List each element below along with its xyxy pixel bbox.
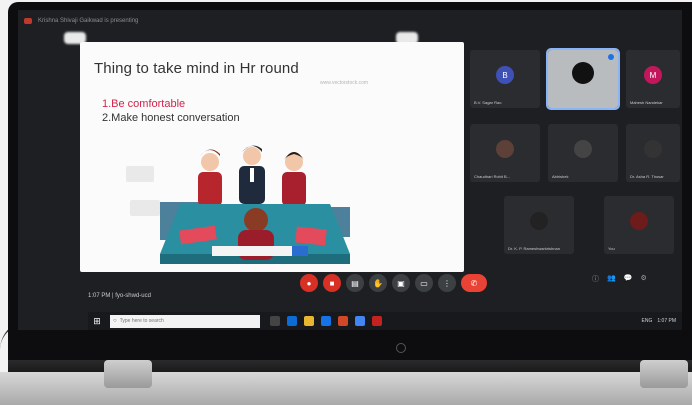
participant-tile[interactable]: Dr. K. P. Rameshwarkrishnan [504, 196, 574, 254]
participant-name: Dr. K. P. Rameshwarkrishnan [508, 246, 560, 251]
more-options-icon[interactable]: ⋮ [438, 274, 456, 292]
language-indicator[interactable]: ENG [642, 318, 653, 324]
participant-name: Abhishek [552, 174, 569, 179]
participant-name: You [608, 246, 615, 251]
presenting-indicator-icon [24, 18, 32, 24]
hinge-cap [640, 360, 688, 388]
present-icon[interactable]: ▣ [392, 274, 410, 292]
presented-slide: Thing to take mind in Hr round www.vecto… [80, 42, 464, 272]
participant-avatar [630, 212, 648, 230]
participant-avatar [572, 62, 594, 84]
info-icon[interactable]: ⓘ [592, 274, 599, 284]
task-view-icon[interactable] [270, 316, 280, 326]
presenter-notice: Krishna Shivaji Gaikwad is presenting [38, 18, 139, 24]
chat-icon[interactable]: 💬 [624, 274, 633, 284]
participant-tile[interactable]: Chaudhari Rohit B... [470, 124, 540, 182]
present-now-icon[interactable]: ▭ [415, 274, 433, 292]
side-panel-controls: ⓘ 👥 💬 ⚙ [592, 274, 647, 284]
participant-tile[interactable]: Abhishek [548, 124, 618, 182]
slide-title: Thing to take mind in Hr round [94, 60, 299, 77]
taskbar-search[interactable]: ○ [110, 314, 260, 328]
hinge-cap [104, 360, 152, 388]
slide-point-1: 1.Be comfortable [102, 98, 186, 110]
taskbar-search-input[interactable] [119, 316, 240, 326]
participant-tile[interactable]: Dr. Asha R. Thosar [626, 124, 680, 182]
participant-tile[interactable]: M Mahesh Nandekar [626, 50, 680, 108]
participant-avatar [644, 140, 662, 158]
edge-icon[interactable] [287, 316, 297, 326]
presenter-bar: Krishna Shivaji Gaikwad is presenting [24, 14, 138, 28]
store-icon[interactable] [321, 316, 331, 326]
taskbar-apps [270, 316, 382, 326]
interview-illustration [160, 145, 350, 264]
participant-name: B.V. Sagar Rao [474, 100, 502, 105]
participant-name: Chaudhari Rohit B... [474, 174, 511, 179]
chrome-icon[interactable] [355, 316, 365, 326]
file-explorer-icon[interactable] [304, 316, 314, 326]
activities-icon[interactable]: ⚙ [640, 274, 646, 284]
windows-start-icon[interactable]: ⊞ [90, 314, 104, 328]
captions-icon[interactable]: ▤ [346, 274, 364, 292]
raise-hand-icon[interactable]: ✋ [369, 274, 387, 292]
system-tray: ENG 1:07 PM [642, 318, 676, 324]
search-icon: ○ [113, 318, 117, 324]
laptop-photo: Krishna Shivaji Gaikwad is presenting Th… [0, 0, 692, 405]
office-icon[interactable] [338, 316, 348, 326]
meeting-screen: Krishna Shivaji Gaikwad is presenting Th… [18, 10, 682, 330]
slide-watermark: www.vectorstock.com [320, 80, 369, 86]
participant-avatar: B [496, 66, 514, 84]
participant-tile-self[interactable]: You [604, 196, 674, 254]
participant-tile-active[interactable] [546, 48, 620, 110]
mic-off-icon[interactable]: ● [300, 274, 318, 292]
meeting-info: 1:07 PM | fyo-shwd-ucd [88, 293, 151, 299]
power-led-icon [396, 343, 406, 353]
app-icon[interactable] [372, 316, 382, 326]
participant-avatar [530, 212, 548, 230]
windows-taskbar: ⊞ ○ ENG 1:07 PM [88, 312, 682, 330]
participant-name: Dr. Asha R. Thosar [630, 174, 664, 179]
participant-name: Mahesh Nandekar [630, 100, 663, 105]
participant-avatar [496, 140, 514, 158]
participant-avatar: M [644, 66, 662, 84]
taskbar-clock[interactable]: 1:07 PM [657, 318, 676, 324]
people-icon[interactable]: 👥 [607, 274, 616, 284]
meeting-time: 1:07 PM [88, 293, 111, 299]
meeting-code: fyo-shwd-ucd [115, 293, 151, 299]
leave-call-button[interactable]: ✆ [461, 274, 487, 292]
camera-off-icon[interactable]: ■ [323, 274, 341, 292]
participant-avatar [574, 140, 592, 158]
participant-tile[interactable]: B B.V. Sagar Rao [470, 50, 540, 108]
call-controls: ● ■ ▤ ✋ ▣ ▭ ⋮ ✆ [300, 274, 487, 292]
slide-point-2: 2.Make honest conversation [102, 112, 240, 124]
speaking-indicator-icon [608, 54, 614, 60]
